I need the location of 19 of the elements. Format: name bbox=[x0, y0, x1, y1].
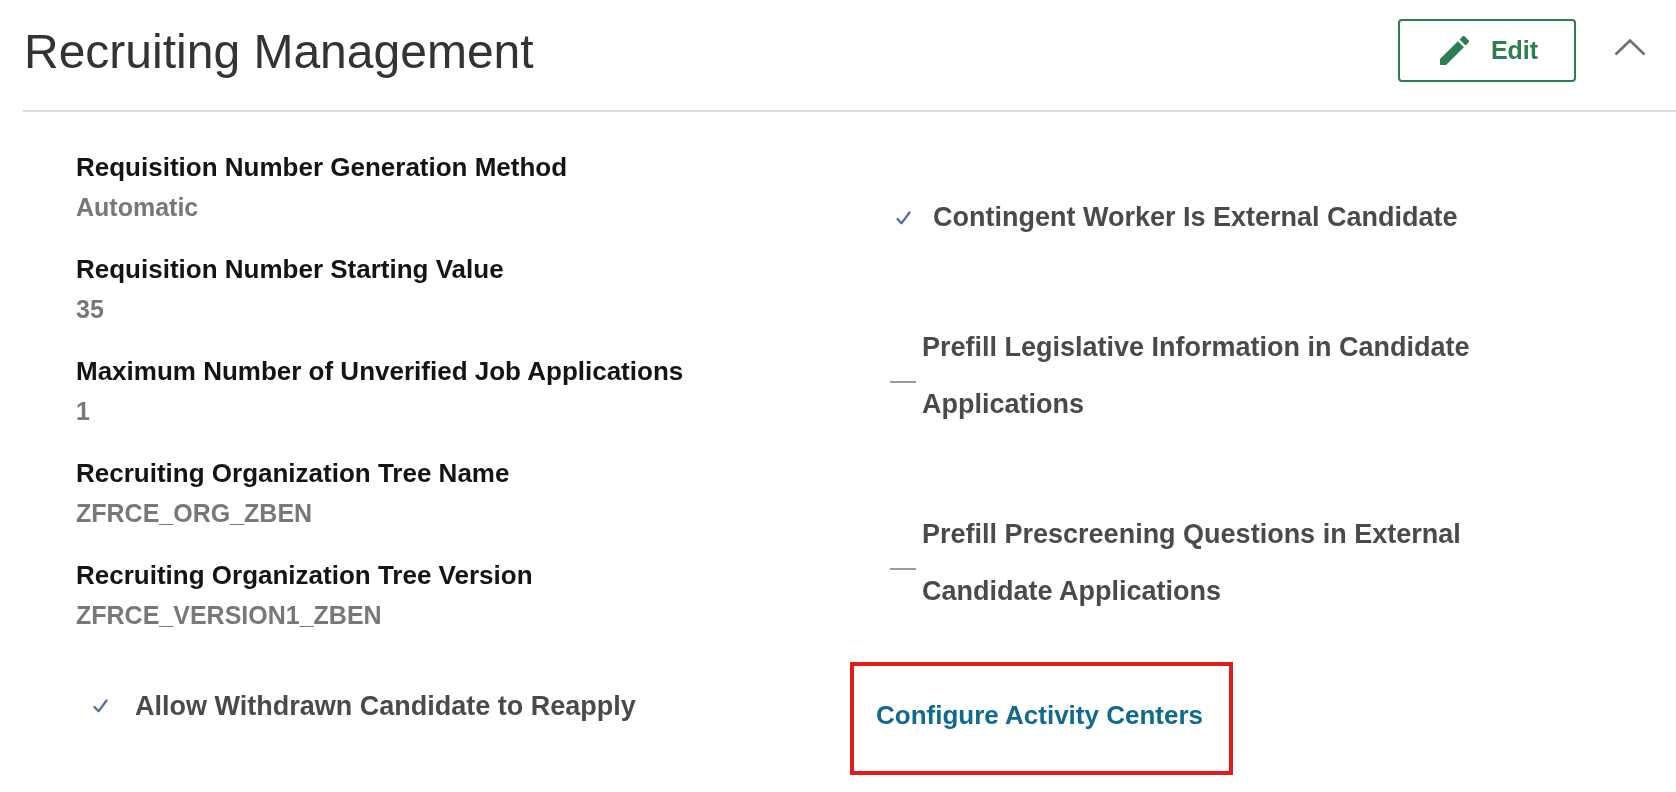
configure-activity-centers-link[interactable]: Configure Activity Centers bbox=[876, 695, 1203, 735]
page-title: Recruiting Management bbox=[24, 24, 535, 80]
field-value: 1 bbox=[76, 396, 91, 427]
option-label: Prefill Prescreening Questions in External Candidate Applications bbox=[922, 518, 1462, 608]
field-label: Maximum Number of Unverified Job Applications bbox=[76, 355, 685, 388]
option-label: Prefill Legislative Information in Candidate Applications bbox=[922, 331, 1471, 421]
field-label: Requisition Number Starting Value bbox=[76, 253, 505, 286]
field-value: ZFRCE_ORG_ZBEN bbox=[76, 498, 314, 529]
option-label: Contingent Worker Is External Candidate bbox=[933, 201, 1459, 234]
chevron-up-icon[interactable] bbox=[1614, 38, 1646, 56]
field-label: Recruiting Organization Tree Version bbox=[76, 559, 534, 592]
option-label: Allow Withdrawn Candidate to Reapply bbox=[135, 690, 636, 723]
field-value: ZFRCE_VERSION1_ZBEN bbox=[76, 600, 383, 631]
pencil-icon bbox=[1439, 35, 1469, 65]
field-value: Automatic bbox=[76, 192, 200, 223]
field-value: 35 bbox=[76, 294, 105, 325]
field-label: Recruiting Organization Tree Name bbox=[76, 457, 511, 490]
field-label: Requisition Number Generation Method bbox=[76, 151, 569, 184]
edit-button[interactable]: Edit bbox=[1398, 18, 1576, 82]
